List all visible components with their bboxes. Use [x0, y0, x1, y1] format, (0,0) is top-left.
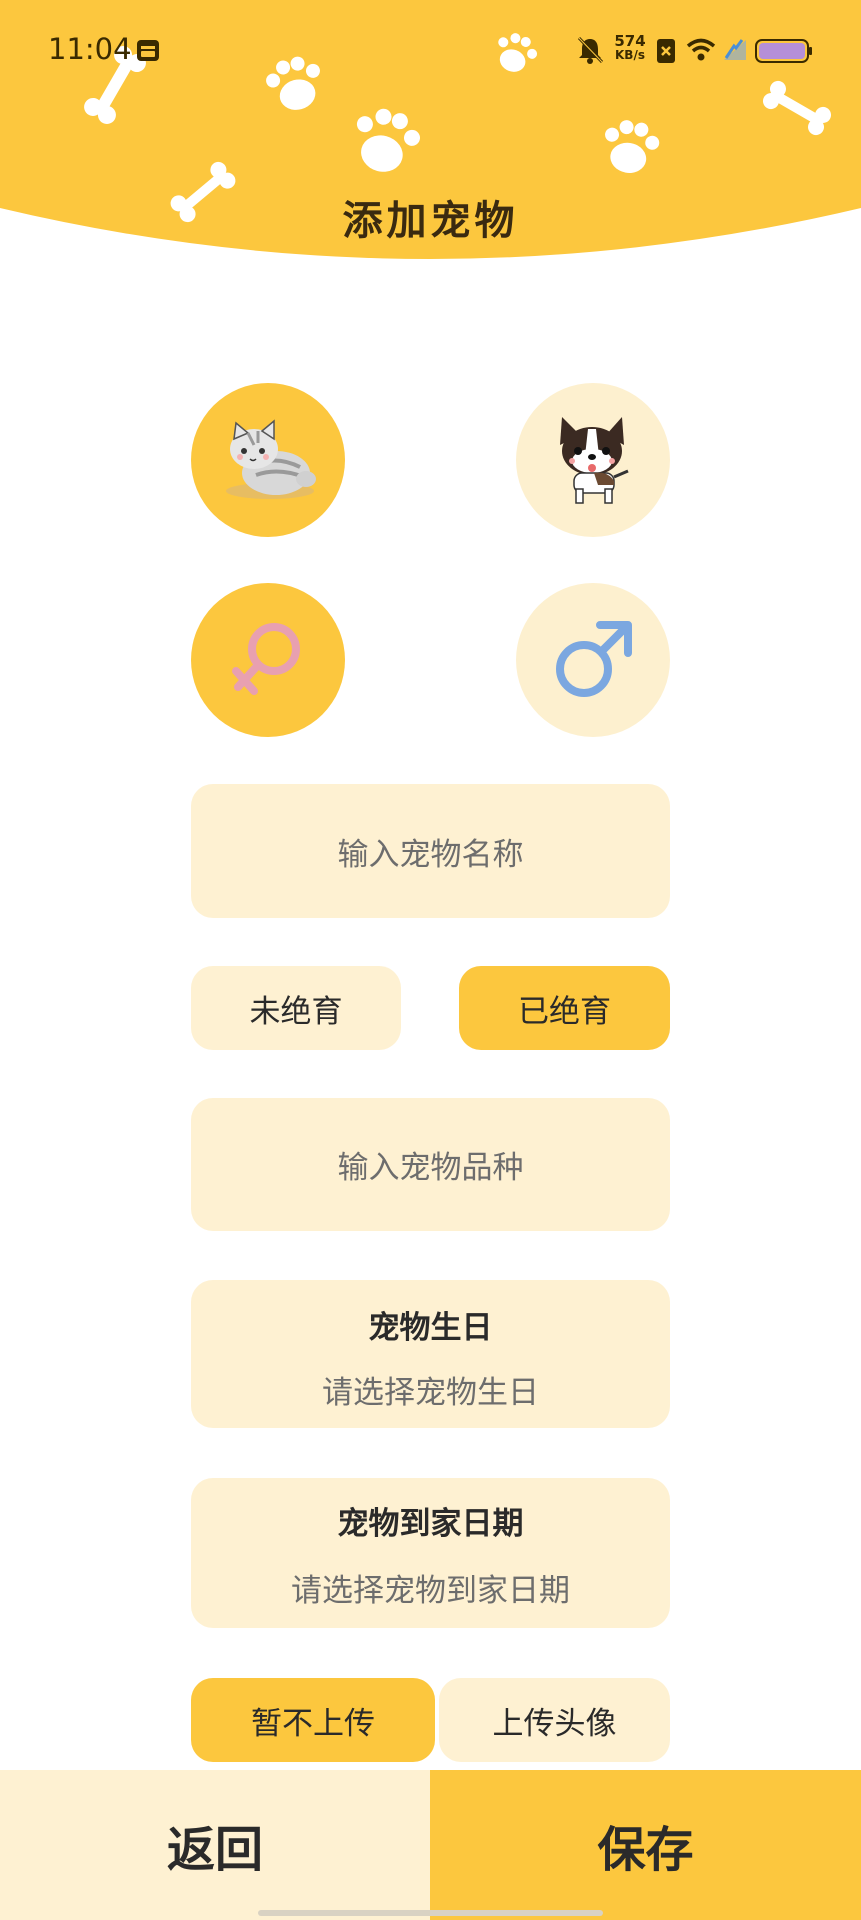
pet-breed-placeholder: 输入宠物品种: [337, 1150, 524, 1186]
back-button[interactable]: 返回: [0, 1770, 430, 1920]
pet-type-dog-option[interactable]: [516, 383, 670, 537]
status-bar: 11:04 574 KB/s: [0, 0, 861, 100]
dog-icon: [560, 417, 629, 504]
not-neutered-button[interactable]: 未绝育: [191, 966, 401, 1050]
mute-bell-icon: [577, 36, 603, 64]
page-title: 添加宠物: [342, 198, 519, 244]
status-time: 11:04: [48, 32, 132, 66]
arrival-date-label: 宠物到家日期: [337, 1506, 524, 1542]
pet-breed-input[interactable]: 输入宠物品种: [191, 1098, 670, 1231]
net-speed-unit: KB/s: [615, 48, 645, 62]
arrival-date-picker[interactable]: 宠物到家日期 请选择宠物到家日期: [191, 1478, 670, 1628]
birthday-picker[interactable]: 宠物生日 请选择宠物生日: [191, 1280, 670, 1428]
net-speed-value: 574: [614, 32, 646, 50]
battery-icon: [755, 39, 812, 63]
gender-male-option[interactable]: [516, 583, 670, 737]
wifi-icon: [686, 38, 716, 61]
net-speed: 574 KB/s: [612, 32, 648, 63]
birthday-placeholder: 请选择宠物生日: [322, 1375, 539, 1411]
upload-avatar-button[interactable]: 上传头像: [439, 1678, 670, 1762]
birthday-label: 宠物生日: [368, 1310, 493, 1346]
save-button[interactable]: 保存: [430, 1770, 861, 1920]
female-symbol-icon: [232, 623, 300, 695]
cat-icon: [226, 419, 316, 499]
signal-icon: [724, 39, 746, 60]
arrival-date-placeholder: 请选择宠物到家日期: [291, 1573, 570, 1609]
pet-name-input[interactable]: 输入宠物名称: [191, 784, 670, 918]
neutered-button[interactable]: 已绝育: [459, 966, 670, 1050]
sim-x-icon: [657, 39, 675, 63]
male-symbol-icon: [556, 621, 632, 697]
gender-female-option[interactable]: [191, 583, 345, 737]
pet-name-placeholder: 输入宠物名称: [337, 836, 524, 873]
pet-type-cat-option[interactable]: [191, 383, 345, 537]
calendar-icon: [137, 40, 159, 61]
skip-upload-button[interactable]: 暂不上传: [191, 1678, 435, 1762]
home-indicator: [258, 1910, 603, 1916]
